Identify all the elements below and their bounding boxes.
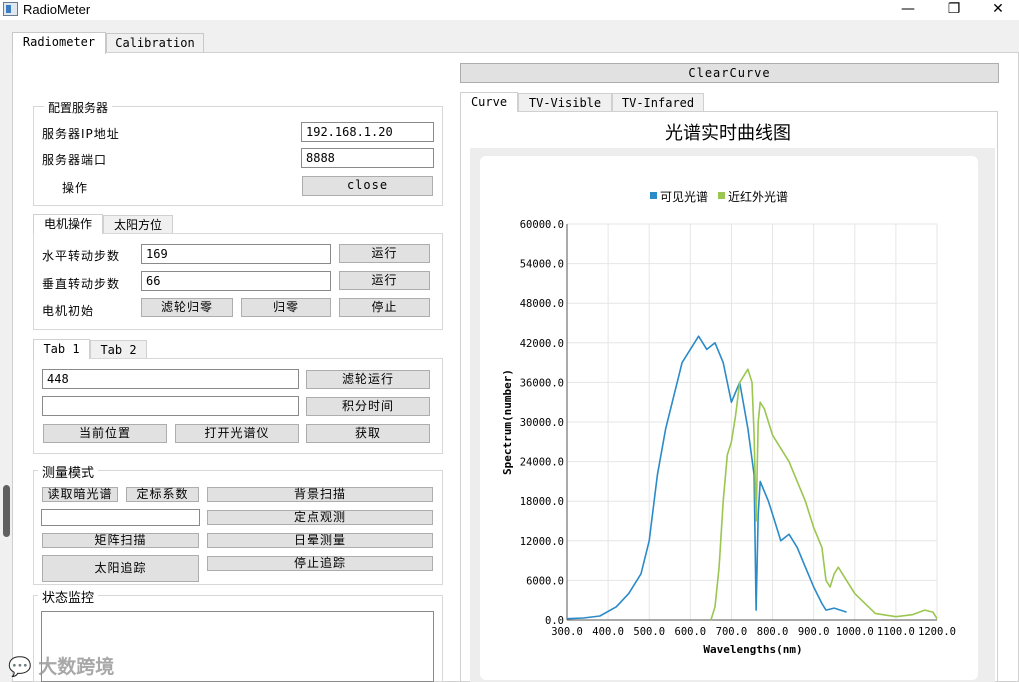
x-tick-label: 800.0 [757, 626, 789, 638]
x-tick-label: 1000.0 [836, 626, 874, 638]
y-tick-label: 36000.0 [520, 377, 564, 389]
acquire-button[interactable]: 获取 [306, 424, 430, 443]
legend-label-nir: 近红外光谱 [728, 189, 788, 204]
left-scrollbar-thumb[interactable] [3, 485, 10, 537]
chart-title: 光谱实时曲线图 [665, 123, 791, 144]
current-position-button[interactable]: 当前位置 [43, 424, 167, 443]
y-axis-label: Spectrum(number) [501, 369, 514, 475]
watermark-logo: 💬 大数跨境 [8, 656, 115, 678]
window-title: RadioMeter [23, 2, 91, 17]
y-tick-label: 18000.0 [520, 496, 564, 508]
x-tick-label: 300.0 [551, 626, 583, 638]
run-horizontal-button[interactable]: 运行 [339, 244, 430, 263]
server-port-label: 服务器端口 [42, 153, 108, 167]
tab-2[interactable]: Tab 2 [90, 340, 147, 359]
title-bar: RadioMeter — ❐ ✕ [0, 0, 1019, 20]
y-tick-label: 6000.0 [526, 575, 564, 587]
x-tick-label: 1200.0 [918, 626, 956, 638]
background-scan-button[interactable]: 背景扫描 [207, 487, 433, 502]
sun-tracking-button[interactable]: 太阳追踪 [42, 555, 199, 582]
legend-swatch-nir [718, 192, 725, 199]
x-tick-label: 600.0 [675, 626, 707, 638]
vertical-steps-input[interactable]: 66 [141, 271, 331, 291]
stop-tracking-button[interactable]: 停止追踪 [207, 556, 433, 571]
tab-tv-infared[interactable]: TV-Infared [612, 93, 704, 112]
close-window-button[interactable]: ✕ [975, 0, 1019, 20]
zero-button[interactable]: 归零 [241, 298, 331, 317]
stop-motor-button[interactable]: 停止 [339, 298, 430, 317]
fixed-observation-button[interactable]: 定点观测 [207, 510, 433, 525]
integration-time-button[interactable]: 积分时间 [306, 397, 430, 416]
measure-input[interactable] [41, 509, 200, 526]
server-group-title: 配置服务器 [44, 99, 113, 116]
spectrum-chart: 光谱实时曲线图 可见光谱 近红外光谱 300.0 400.0 500.0 600.0 7… [470, 123, 995, 682]
x-tick-label: 500.0 [633, 626, 665, 638]
run-vertical-button[interactable]: 运行 [339, 271, 430, 290]
x-tick-label: 900.0 [798, 626, 830, 638]
filter-zero-button[interactable]: 滤轮归零 [141, 298, 233, 317]
close-connection-button[interactable]: close [302, 176, 433, 196]
tab-motor-operation[interactable]: 电机操作 [33, 214, 103, 234]
server-ip-label: 服务器IP地址 [42, 127, 120, 141]
x-axis-label: Wavelengths(nm) [703, 643, 802, 656]
x-tick-label: 700.0 [716, 626, 748, 638]
y-tick-label: 12000.0 [520, 536, 564, 548]
y-tick-label: 30000.0 [520, 417, 564, 429]
server-port-input[interactable]: 8888 [301, 148, 434, 168]
motor-init-label: 电机初始 [42, 304, 95, 318]
legend-label-visible: 可见光谱 [660, 190, 708, 204]
horizontal-steps-input[interactable]: 169 [141, 244, 331, 264]
calibration-coef-button[interactable]: 定标系数 [126, 487, 199, 502]
minimize-button[interactable]: — [885, 0, 931, 20]
tab-curve[interactable]: Curve [460, 92, 518, 112]
operation-label: 操作 [62, 181, 89, 195]
read-dark-spectrum-button[interactable]: 读取暗光谱 [42, 487, 118, 502]
y-tick-label: 54000.0 [520, 259, 564, 271]
tab-calibration[interactable]: Calibration [106, 33, 204, 53]
app-icon [3, 2, 18, 16]
halo-measure-button[interactable]: 日晕测量 [207, 533, 433, 548]
x-tick-label: 400.0 [592, 626, 624, 638]
matrix-scan-button[interactable]: 矩阵扫描 [42, 533, 199, 548]
horizontal-steps-label: 水平转动步数 [42, 249, 121, 263]
tab-radiometer[interactable]: Radiometer [12, 32, 106, 54]
server-ip-input[interactable]: 192.168.1.20 [301, 122, 434, 142]
y-tick-label: 60000.0 [520, 219, 564, 231]
tab-sun-position[interactable]: 太阳方位 [103, 215, 173, 234]
filter-run-button[interactable]: 滤轮运行 [306, 370, 430, 389]
clear-curve-button[interactable]: ClearCurve [460, 63, 999, 83]
y-tick-label: 24000.0 [520, 457, 564, 469]
integration-time-input[interactable] [42, 396, 299, 416]
tab-1[interactable]: Tab 1 [33, 339, 90, 359]
y-tick-label: 0.0 [545, 615, 564, 627]
x-tick-label: 1100.0 [877, 626, 915, 638]
filter-position-input[interactable]: 448 [42, 369, 299, 389]
y-tick-label: 48000.0 [520, 298, 564, 310]
legend-swatch-visible [650, 192, 657, 199]
measure-group-title: 测量模式 [38, 462, 99, 481]
maximize-button[interactable]: ❐ [931, 0, 977, 20]
open-spectrometer-button[interactable]: 打开光谱仪 [175, 424, 299, 443]
y-tick-label: 42000.0 [520, 338, 564, 350]
vertical-steps-label: 垂直转动步数 [42, 277, 121, 291]
tab-tv-visible[interactable]: TV-Visible [518, 93, 612, 112]
status-group-title: 状态监控 [38, 587, 99, 606]
